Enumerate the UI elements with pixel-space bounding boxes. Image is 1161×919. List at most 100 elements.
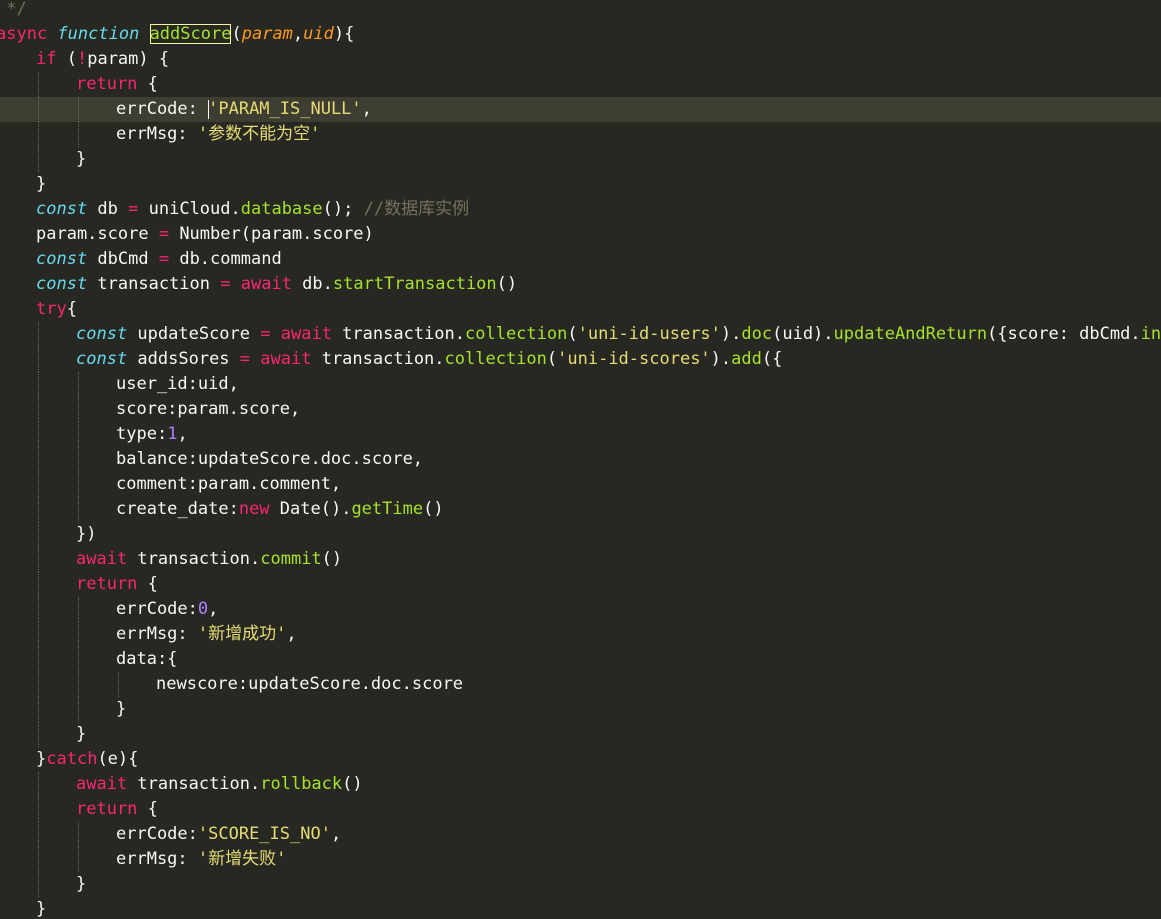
indent-guide (38, 847, 39, 872)
code-text: return { (76, 572, 158, 597)
code-token: ! (76, 49, 88, 69)
code-token: dbCmd (87, 249, 159, 269)
code-token: transaction. (127, 774, 261, 794)
code-text: } (76, 722, 86, 747)
code-text: const dbCmd = db.command (36, 247, 282, 272)
code-token: uid (303, 24, 334, 44)
code-token: } (76, 149, 87, 169)
code-token: errCode: (116, 99, 209, 119)
indent-guide (38, 472, 39, 497)
code-token: return (76, 74, 138, 94)
code-text: } (76, 147, 86, 172)
code-text: const transaction = await db.startTransa… (36, 272, 517, 297)
code-token: uniCloud. (138, 199, 241, 219)
indent-guide (78, 122, 79, 147)
indent-guide (38, 772, 39, 797)
code-token: }) (76, 524, 97, 544)
code-editor[interactable]: */async function addScore(param,uid){if … (0, 0, 1161, 919)
code-text: errCode:'SCORE_IS_NO', (116, 822, 341, 847)
code-text: create_date:new Date().getTime() (116, 497, 444, 522)
code-token: = (220, 274, 231, 294)
indent-guide (78, 647, 79, 672)
code-token: const (36, 199, 88, 219)
code-token: errCode: (116, 599, 198, 619)
code-text: } (36, 897, 46, 919)
code-text: async function addScore(param,uid){ (0, 22, 354, 47)
indent-guide (38, 572, 39, 597)
code-token: ). (710, 349, 732, 369)
code-token: } (36, 899, 47, 919)
code-token: { (137, 74, 158, 94)
code-token: param.score (36, 224, 159, 244)
code-token: await (280, 324, 332, 344)
active-code-line[interactable]: errCode: 'PARAM_IS_NULL', (0, 97, 1161, 122)
code-text: errMsg: '新增成功', (116, 622, 297, 647)
code-token: = (260, 324, 271, 344)
code-token: errCode: (116, 824, 198, 844)
code-token: newscore:updateScore.doc.score (156, 674, 464, 694)
code-token: { (137, 799, 158, 819)
code-token: score:param.score, (116, 399, 301, 419)
code-token: updateScore (127, 324, 261, 344)
code-text: newscore:updateScore.doc.score (156, 672, 463, 697)
code-token: ({ (761, 349, 783, 369)
code-text: }) (76, 522, 96, 547)
code-token: , (177, 424, 188, 444)
indent-guide (78, 847, 79, 872)
code-token: const (36, 249, 88, 269)
code-token: rollback (260, 774, 343, 794)
code-token: param) { (87, 49, 170, 69)
code-token: 0 (197, 599, 209, 619)
code-token: () (342, 774, 363, 794)
indent-guide (38, 722, 39, 747)
code-text: const addsSores = await transaction.coll… (76, 347, 782, 372)
code-token: balance:updateScore.doc.score, (116, 449, 424, 469)
code-text: await transaction.commit() (76, 547, 342, 572)
indent-guide (38, 322, 39, 347)
code-token: return (76, 574, 138, 594)
code-token: 'uni-id-users' (577, 324, 721, 344)
code-text: } (76, 872, 86, 897)
code-token: errMsg: (116, 624, 198, 644)
code-text: comment:param.comment, (116, 472, 341, 497)
code-token: catch (46, 749, 98, 769)
code-token: 'uni-id-scores' (557, 349, 711, 369)
code-token: } (36, 749, 47, 769)
code-text: balance:updateScore.doc.score, (116, 447, 423, 472)
code-token: , (330, 824, 342, 844)
code-token: await (76, 774, 128, 794)
code-token: = (239, 349, 251, 369)
code-token: ){ (333, 24, 355, 44)
code-token: 'SCORE_IS_NO' (197, 824, 331, 844)
code-token: type: (116, 424, 168, 444)
code-token: ( (567, 324, 578, 344)
code-token: db. (291, 274, 333, 294)
code-token: , (361, 99, 372, 119)
code-token: doc (741, 324, 773, 344)
code-token: const (36, 274, 88, 294)
indent-guide (78, 672, 79, 697)
code-token: await (76, 549, 128, 569)
indent-guide (38, 347, 39, 372)
code-token: return (76, 799, 138, 819)
code-text: data:{ (116, 647, 177, 672)
code-token: , (286, 624, 297, 644)
code-token: } (116, 699, 127, 719)
indent-guide (78, 697, 79, 722)
code-token: = (158, 249, 170, 269)
code-token: ( (231, 24, 242, 44)
indent-guide (78, 97, 79, 122)
code-token: (uid). (772, 324, 834, 344)
code-token: const (76, 324, 128, 344)
code-token: collection (444, 349, 547, 369)
code-token: const (76, 349, 128, 369)
code-token: } (76, 874, 87, 894)
code-token: inc (1140, 324, 1161, 344)
code-token: ({score: dbCmd. (987, 324, 1141, 344)
code-token: database (240, 199, 323, 219)
code-token: transaction. (127, 549, 261, 569)
indent-guide (38, 547, 39, 572)
